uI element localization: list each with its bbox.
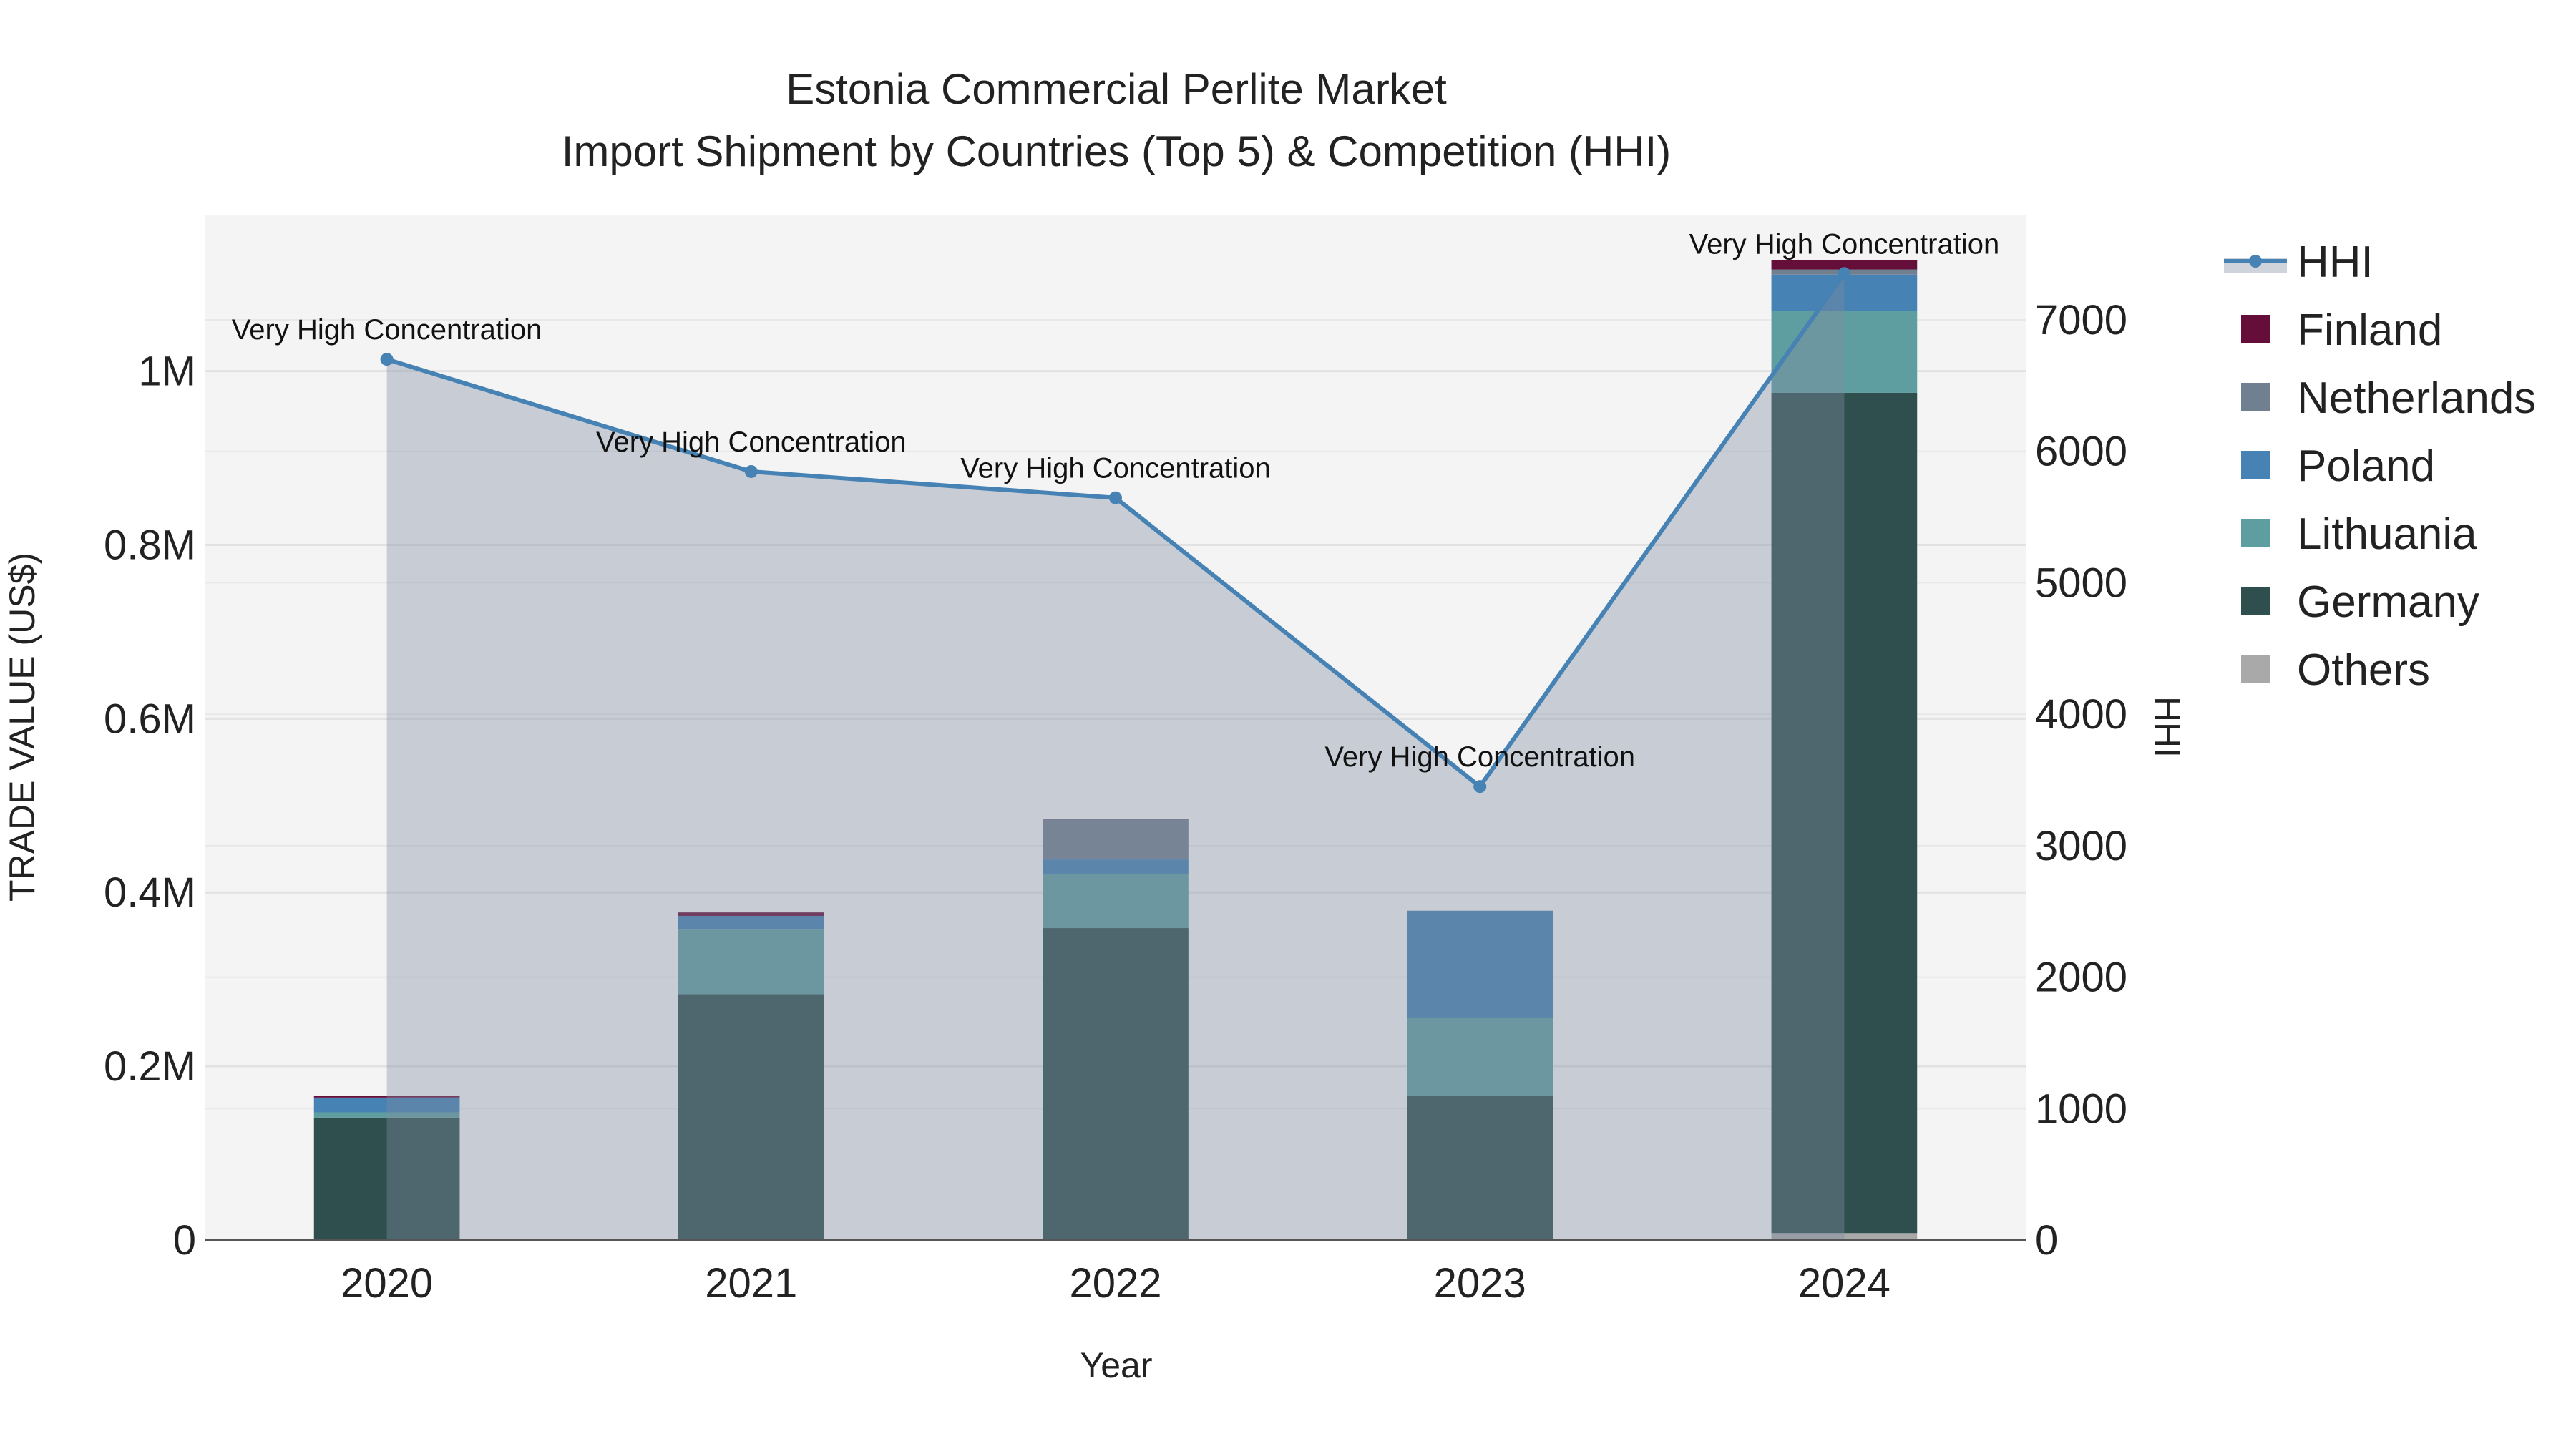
- y-axis-title: TRADE VALUE (US$): [2, 552, 42, 902]
- x-tick-label: 2021: [705, 1260, 797, 1307]
- legend-label-hhi: HHI: [2297, 238, 2373, 287]
- x-tick-label: 2022: [1069, 1260, 1161, 1307]
- legend-label-netherlands: Netherlands: [2297, 374, 2536, 423]
- hhi-point: [744, 464, 758, 478]
- y2-tick-label: 2000: [2035, 955, 2127, 1001]
- hhi-point: [1473, 780, 1487, 794]
- y-tick-label: 0.2M: [104, 1043, 196, 1090]
- y-tick-label: 1M: [138, 348, 196, 395]
- chart: Estonia Commercial Perlite Market Import…: [2, 65, 2536, 1385]
- y2-tick-label: 1000: [2035, 1085, 2127, 1132]
- hhi-annotation: Very High Concentration: [1689, 228, 2000, 260]
- x-tick-label: 2024: [1798, 1260, 1890, 1307]
- y-tick-label: 0.4M: [104, 869, 196, 916]
- x-tick-label: 2020: [341, 1260, 433, 1307]
- legend-symbol-hhi-point: [2249, 255, 2262, 268]
- hhi-annotation: Very High Concentration: [960, 453, 1271, 484]
- legend-swatch-germany: [2241, 587, 2270, 615]
- legend-label-finland: Finland: [2297, 306, 2442, 355]
- legend-swatch-finland: [2241, 315, 2270, 343]
- hhi-annotation: Very High Concentration: [232, 314, 542, 346]
- chart-subtitle: Import Shipment by Countries (Top 5) & C…: [562, 127, 1672, 175]
- legend-swatch-poland: [2241, 451, 2270, 479]
- y2-tick-label: 0: [2035, 1217, 2058, 1264]
- y-tick-label: 0.6M: [104, 696, 196, 742]
- chart-title: Estonia Commercial Perlite Market: [786, 65, 1447, 113]
- legend-swatch-lithuania: [2241, 519, 2270, 547]
- legend: HHI Finland Netherlands Poland Lithuania Germ…: [2224, 238, 2536, 695]
- hhi-point: [1109, 491, 1122, 504]
- legend-swatch-others: [2241, 655, 2270, 683]
- legend-label-poland: Poland: [2297, 441, 2435, 491]
- legend-label-germany: Germany: [2297, 577, 2479, 627]
- hhi-point: [1838, 267, 1851, 280]
- legend-swatch-netherlands: [2241, 383, 2270, 411]
- hhi-point: [380, 353, 394, 366]
- y2-tick-label: 6000: [2035, 429, 2127, 475]
- hhi-annotation: Very High Concentration: [596, 426, 907, 458]
- x-tick-label: 2023: [1434, 1260, 1526, 1307]
- x-axis-title: Year: [1080, 1345, 1152, 1385]
- y2-axis-title: HHI: [2147, 696, 2187, 758]
- hhi-annotation: Very High Concentration: [1324, 741, 1635, 773]
- y2-tick-label: 5000: [2035, 560, 2127, 606]
- legend-label-lithuania: Lithuania: [2297, 509, 2477, 559]
- y-tick-label: 0: [173, 1217, 196, 1264]
- y2-tick-label: 4000: [2035, 691, 2127, 738]
- y2-tick-label: 3000: [2035, 823, 2127, 869]
- y2-tick-label: 7000: [2035, 297, 2127, 343]
- legend-label-others: Others: [2297, 645, 2430, 695]
- y-tick-label: 0.8M: [104, 522, 196, 568]
